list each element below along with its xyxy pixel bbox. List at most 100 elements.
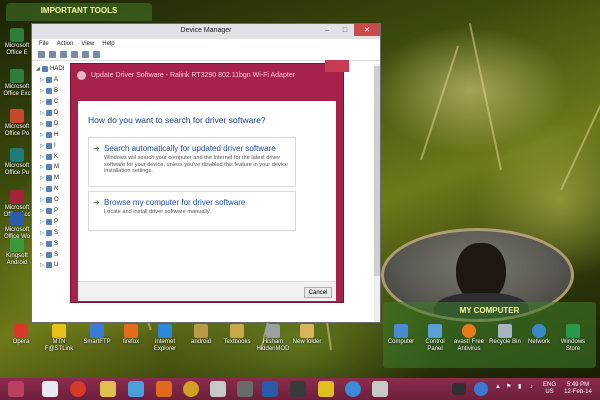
network-tray-icon[interactable]: ▮ (518, 384, 521, 391)
desktop-icon-smartftp[interactable]: SmartFTP (80, 324, 114, 346)
desktop-icon-internet-explorer[interactable]: Internet Explorer (148, 324, 182, 353)
app-taskbar-icon[interactable] (290, 381, 306, 397)
excel-icon (10, 69, 24, 83)
close-button[interactable]: ✕ (354, 24, 380, 36)
menu-action[interactable]: Action (57, 39, 74, 49)
clock[interactable]: 5:49 PM 12-Feb-14 (561, 382, 595, 396)
wizard-footer: Cancel (78, 281, 336, 301)
menu-view[interactable]: View (81, 39, 94, 49)
device-icon (46, 197, 52, 204)
pinned-app-icon[interactable] (42, 381, 58, 397)
expand-arrow-icon[interactable]: ▷ (40, 88, 44, 94)
flag-tray-icon[interactable]: ⚑ (506, 384, 511, 391)
excel-icon (10, 28, 24, 42)
expand-arrow-icon[interactable]: ▷ (40, 99, 44, 105)
device-manager-titlebar[interactable]: Device Manager – □ ✕ (32, 24, 380, 39)
start-button[interactable] (8, 381, 24, 397)
search-automatically-option[interactable]: ➜ Search automatically for updated drive… (88, 137, 296, 187)
maximize-button[interactable]: □ (336, 24, 354, 36)
cancel-button[interactable]: Cancel (304, 287, 332, 298)
desktop-icon-office-word[interactable]: Microsoft Office Wo (0, 212, 34, 241)
expand-arrow-icon[interactable]: ▷ (40, 154, 44, 160)
expand-arrow-icon[interactable]: ▷ (40, 262, 44, 268)
menu-file[interactable]: File (39, 39, 49, 49)
app-taskbar-icon[interactable] (237, 381, 253, 397)
desktop-icon-firefox[interactable]: firefox (114, 324, 148, 346)
desktop-icon-recycle-bin[interactable]: Recycle Bin (488, 324, 522, 346)
minimize-button[interactable]: – (318, 24, 336, 36)
monitor-icon[interactable] (93, 51, 100, 58)
desktop-icon-windows-store[interactable]: Windows Store (556, 324, 590, 353)
desktop-icon-opera[interactable]: Opera (4, 324, 38, 346)
desktop-icon-hisham-hiddenmod[interactable]: Hisham HiddenMOD (256, 324, 290, 353)
desktop-icon-network[interactable]: Network (522, 324, 556, 346)
tree-item-label: N (54, 186, 59, 193)
internet-explorer-taskbar-icon[interactable] (128, 381, 144, 397)
language-indicator[interactable]: ENG US (543, 382, 556, 396)
device-icon (46, 251, 52, 258)
taskbar: ▲ ⚑ ▮ ♪ ENG US 5:49 PM 12-Feb-14 (0, 378, 600, 400)
printer-taskbar-icon[interactable] (372, 381, 388, 397)
expand-arrow-icon[interactable]: ▷ (40, 219, 44, 225)
tree-item-label: S (54, 229, 59, 236)
opera-taskbar-icon[interactable] (70, 381, 86, 397)
expand-arrow-icon[interactable]: ▷ (40, 197, 44, 203)
scrollbar-thumb[interactable] (374, 66, 380, 276)
desktop-icon-avast[interactable]: avast! Free Antivirus (452, 324, 486, 353)
expand-arrow-icon[interactable]: ▷ (40, 121, 44, 127)
expand-arrow-icon[interactable]: ◢ (36, 66, 40, 72)
option-title: Search automatically for updated driver … (104, 144, 276, 153)
desktop-icon-textbooks[interactable]: Textbooks (220, 324, 254, 346)
desktop-icon-mtn-f-stlink[interactable]: MTN F@STLink (42, 324, 76, 353)
tree-item-label: H (54, 131, 59, 138)
wizard-titlebar[interactable]: Update Driver Software - Ralink RT3290 8… (77, 68, 337, 82)
tray-arrow-icon[interactable]: ▲ (495, 384, 501, 391)
expand-arrow-icon[interactable]: ▷ (40, 241, 44, 247)
expand-arrow-icon[interactable]: ▷ (40, 186, 44, 192)
widget-icon[interactable] (452, 383, 466, 395)
chrome-taskbar-icon[interactable] (345, 381, 361, 397)
expand-arrow-icon[interactable]: ▷ (40, 164, 44, 170)
tree-scrollbar[interactable] (374, 64, 380, 322)
expand-arrow-icon[interactable]: ▷ (40, 77, 44, 83)
expand-arrow-icon[interactable]: ▷ (40, 175, 44, 181)
desktop-icon-office-publisher[interactable]: Microsoft Office Pu (0, 148, 34, 177)
expand-arrow-icon[interactable]: ▷ (40, 143, 44, 149)
word-taskbar-icon[interactable] (262, 381, 278, 397)
device-icon (46, 99, 52, 106)
scan-hardware-icon[interactable] (82, 51, 89, 58)
desktop-icon-new-folder[interactable]: New folder (290, 324, 324, 346)
tree-item-label: C (54, 99, 59, 106)
file-explorer-icon[interactable] (100, 381, 116, 397)
volume-tray-icon[interactable]: ♪ (530, 384, 533, 391)
desktop-icon-computer[interactable]: Computer (384, 324, 418, 346)
expand-arrow-icon[interactable]: ▷ (40, 252, 44, 258)
expand-arrow-icon[interactable]: ▷ (40, 132, 44, 138)
expand-arrow-icon[interactable]: ▷ (40, 110, 44, 116)
back-icon[interactable] (38, 51, 45, 58)
desktop-icon-office-excel-1[interactable]: Microsoft Office E (0, 28, 34, 57)
back-arrow-icon[interactable] (77, 70, 86, 80)
help-icon[interactable] (71, 51, 78, 58)
computer-icon (394, 324, 408, 338)
forward-icon[interactable] (49, 51, 56, 58)
option-description: Windows will search your computer and th… (104, 155, 288, 175)
device-icon (46, 186, 52, 193)
media-player-icon[interactable] (156, 381, 172, 397)
properties-icon[interactable] (60, 51, 67, 58)
menu-help[interactable]: Help (102, 39, 114, 49)
expand-arrow-icon[interactable]: ▷ (40, 208, 44, 214)
desktop-icon-control-panel[interactable]: Control Panel (418, 324, 452, 353)
desktop-icon-android[interactable]: android (184, 324, 218, 346)
wizard-close-button[interactable] (325, 60, 349, 72)
device-manager-taskbar-icon[interactable] (210, 381, 226, 397)
browse-computer-option[interactable]: ➜ Browse my computer for driver software… (88, 191, 296, 231)
expand-arrow-icon[interactable]: ▷ (40, 230, 44, 236)
firefox-taskbar-icon[interactable] (183, 381, 199, 397)
tree-item-label: S (54, 251, 59, 258)
help-tray-icon[interactable] (474, 382, 488, 396)
app-taskbar-icon[interactable] (318, 381, 334, 397)
desktop-icon-office-excel-2[interactable]: Microsoft Office Exc (0, 69, 34, 98)
desktop-icon-office-powerpoint[interactable]: Microsoft Office Po (0, 109, 34, 138)
desktop-icon-kingsoft[interactable]: Kingsoft Android (0, 238, 34, 267)
